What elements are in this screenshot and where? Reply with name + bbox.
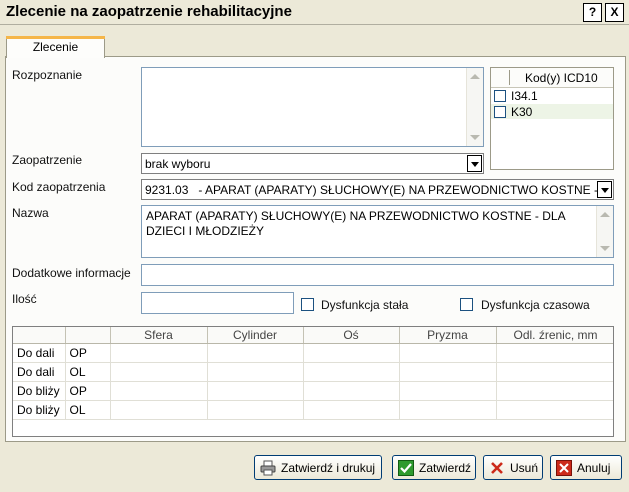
icd10-checkbox[interactable]: [494, 90, 506, 102]
zaopatrzenie-select[interactable]: brak wyboru: [141, 153, 484, 174]
grid-cell: OL: [65, 362, 111, 382]
grid-header-pryzma[interactable]: Pryzma: [399, 327, 497, 344]
grid-cell: Do bliży: [13, 400, 66, 420]
grid-header-row: Sfera Cylinder Oś Pryzma Odl. źrenic, mm: [13, 327, 613, 344]
grid-cell[interactable]: [496, 362, 613, 382]
grid-cell: OL: [65, 400, 111, 420]
nazwa-scrollbar[interactable]: [596, 206, 613, 257]
vision-grid[interactable]: Sfera Cylinder Oś Pryzma Odl. źrenic, mm…: [12, 326, 614, 437]
scroll-up-icon[interactable]: [470, 74, 480, 79]
grid-cell[interactable]: [207, 362, 304, 382]
grid-cell[interactable]: [303, 381, 400, 401]
grid-cell: OP: [65, 381, 111, 401]
icd10-list[interactable]: Kod(y) ICD10 I34.1 K30: [490, 67, 614, 170]
confirm-print-button[interactable]: Zatwierdź i drukuj: [254, 455, 382, 480]
grid-cell[interactable]: [399, 362, 497, 382]
grid-cell[interactable]: [207, 381, 304, 401]
table-row[interactable]: Do bliży OP: [13, 381, 613, 401]
grid-cell[interactable]: [496, 343, 613, 363]
table-row[interactable]: Do dali OP: [13, 343, 613, 363]
dodatkowe-input[interactable]: [141, 264, 614, 286]
grid-cell[interactable]: [496, 381, 613, 401]
dysfunkcja-czasowa-checkbox[interactable]: [460, 298, 473, 311]
cancel-icon: [556, 459, 572, 476]
grid-header-cylinder[interactable]: Cylinder: [207, 327, 304, 344]
x-icon: [489, 460, 505, 476]
nazwa-textarea[interactable]: APARAT (APARATY) SŁUCHOWY(E) NA PRZEWODN…: [141, 205, 614, 258]
scroll-up-icon[interactable]: [600, 212, 610, 217]
grid-cell[interactable]: [399, 381, 497, 401]
kod-select[interactable]: 9231.03 - APARAT (APARATY) SŁUCHOWY(E) N…: [141, 179, 614, 200]
grid-cell[interactable]: [207, 400, 304, 420]
rozpoznanie-scrollbar[interactable]: [466, 68, 483, 146]
grid-cell: Do dali: [13, 343, 66, 363]
icd10-row[interactable]: I34.1: [491, 88, 613, 103]
close-button[interactable]: X: [605, 3, 624, 22]
grid-header-sfera[interactable]: Sfera: [110, 327, 208, 344]
ilosc-input[interactable]: [141, 292, 294, 314]
chevron-down-icon[interactable]: [597, 181, 612, 198]
icd10-checkbox[interactable]: [494, 106, 506, 118]
nazwa-label: Nazwa: [12, 206, 49, 220]
grid-cell: Do dali: [13, 362, 66, 382]
tab-label: Zlecenie: [32, 40, 79, 54]
grid-cell[interactable]: [110, 343, 208, 363]
chevron-down-icon[interactable]: [467, 155, 482, 172]
dysfunkcja-stala-checkbox[interactable]: [301, 298, 314, 311]
kod-value: 9231.03 - APARAT (APARATY) SŁUCHOWY(E) N…: [145, 183, 610, 197]
cancel-button[interactable]: Anuluj: [550, 455, 622, 480]
icd10-row[interactable]: K30: [491, 104, 613, 119]
confirm-print-label: Zatwierdź i drukuj: [281, 460, 376, 475]
cancel-label: Anuluj: [577, 460, 611, 475]
kod-label: Kod zaopatrzenia: [12, 180, 106, 194]
grid-cell[interactable]: [110, 362, 208, 382]
grid-cell[interactable]: [303, 343, 400, 363]
icd10-code: K30: [511, 105, 533, 119]
zaopatrzenie-label: Zaopatrzenie: [12, 153, 83, 167]
tab-zlecenie[interactable]: Zlecenie: [6, 36, 105, 58]
table-row[interactable]: Do bliży OL: [13, 400, 613, 420]
grid-cell[interactable]: [399, 343, 497, 363]
grid-cell[interactable]: [399, 400, 497, 420]
scroll-down-icon[interactable]: [470, 135, 480, 140]
icd10-header-label: Kod(y) ICD10: [525, 71, 598, 85]
grid-cell[interactable]: [207, 343, 304, 363]
title-bar: Zlecenie na zaopatrzenie rehabilitacyjne…: [0, 0, 629, 25]
grid-header-cell[interactable]: [65, 327, 111, 344]
scroll-down-icon[interactable]: [600, 246, 610, 251]
dodatkowe-label: Dodatkowe informacje: [12, 266, 131, 280]
dysfunkcja-stala-label: Dysfunkcja stała: [321, 298, 409, 312]
grid-header-os[interactable]: Oś: [303, 327, 400, 344]
dysfunkcja-czasowa-label: Dysfunkcja czasowa: [481, 298, 590, 312]
grid-cell[interactable]: [110, 400, 208, 420]
grid-header-odl-zrenic[interactable]: Odl. źrenic, mm: [496, 327, 613, 344]
grid-cell[interactable]: [303, 400, 400, 420]
confirm-label: Zatwierdź: [419, 460, 472, 475]
icd10-header: Kod(y) ICD10: [491, 68, 613, 88]
grid-cell[interactable]: [496, 400, 613, 420]
rozpoznanie-textarea[interactable]: [141, 67, 484, 147]
nazwa-value: APARAT (APARATY) SŁUCHOWY(E) NA PRZEWODN…: [146, 209, 565, 238]
zaopatrzenie-value: brak wyboru: [145, 157, 211, 171]
confirm-button[interactable]: Zatwierdź: [392, 455, 476, 480]
grid-cell[interactable]: [303, 362, 400, 382]
delete-label: Usuń: [510, 460, 539, 475]
window-title: Zlecenie na zaopatrzenie rehabilitacyjne: [6, 3, 292, 20]
delete-button[interactable]: Usuń: [483, 455, 543, 480]
table-row[interactable]: Do dali OL: [13, 362, 613, 382]
icd10-code: I34.1: [511, 89, 538, 103]
grid-header-cell[interactable]: [13, 327, 66, 344]
checkmark-icon: [398, 459, 414, 476]
grid-cell: Do bliży: [13, 381, 66, 401]
grid-cell: OP: [65, 343, 111, 363]
rozpoznanie-label: Rozpoznanie: [12, 68, 83, 82]
printer-icon: [260, 460, 276, 476]
grid-cell[interactable]: [110, 381, 208, 401]
ilosc-label: Ilość: [12, 292, 37, 306]
help-button[interactable]: ?: [583, 3, 602, 22]
